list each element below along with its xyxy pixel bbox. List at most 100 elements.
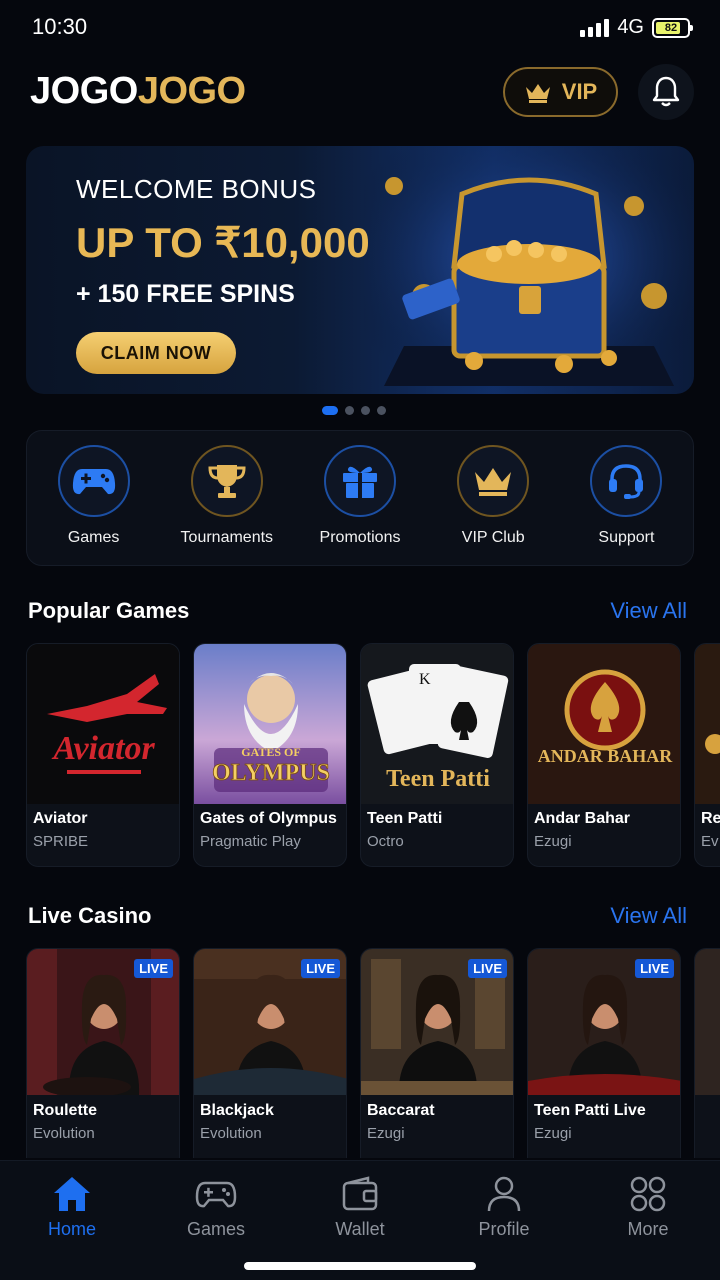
live-badge: LIVE: [635, 959, 674, 978]
treasure-chest-image: [364, 146, 694, 394]
game-card-aviator[interactable]: Aviator Aviator SPRIBE: [26, 643, 180, 867]
notifications-button[interactable]: [638, 64, 694, 120]
carousel-dot[interactable]: [345, 406, 354, 415]
network-label: 4G: [617, 16, 644, 38]
trophy-icon: [208, 465, 246, 498]
nav-label: Wallet: [335, 1219, 385, 1239]
person-icon: [487, 1176, 521, 1212]
wallet-icon: [342, 1176, 378, 1211]
game-provider: Octro: [367, 833, 404, 850]
quick-item-support[interactable]: Support: [560, 431, 693, 565]
status-bar: 10:30 4G 82: [0, 0, 720, 56]
aviator-art-text: Aviator: [51, 730, 155, 767]
carousel-dot[interactable]: [361, 406, 370, 415]
live-badge: LIVE: [134, 959, 173, 978]
game-name: Teen Patti: [367, 810, 443, 827]
section-title-popular: Popular Games: [28, 598, 190, 623]
game-provider: Ezugi: [534, 833, 572, 850]
nav-more[interactable]: More: [576, 1161, 720, 1280]
partial-thumbnail: [695, 644, 720, 804]
quick-label: Promotions: [319, 529, 401, 546]
crown-icon: [475, 468, 512, 496]
live-badge: LIVE: [301, 959, 340, 978]
nav-label: Home: [47, 1219, 96, 1239]
live-card-blackjack[interactable]: LIVE Blackjack Evolution: [193, 948, 347, 1158]
game-card-teen-patti[interactable]: K Teen Patti Teen Patti Octro: [360, 643, 514, 867]
bell-icon: [652, 76, 680, 107]
nav-label: More: [627, 1219, 669, 1239]
quick-item-vip-club[interactable]: VIP Club: [427, 431, 560, 565]
quick-menu: Games Tournaments Promotions VIP Club Su…: [26, 430, 694, 566]
signal-icon: [580, 18, 610, 37]
banner-free-spins: + 150 FREE SPINS: [76, 280, 295, 308]
logo: JOGOJOGO: [30, 70, 246, 113]
game-name: Teen Patti Live: [534, 1102, 646, 1119]
game-card-gates-of-olympus[interactable]: GATES OF OLYMPUS Gates of Olympus Pragma…: [193, 643, 347, 867]
status-indicators: 4G 82: [580, 16, 693, 39]
home-icon: [54, 1177, 90, 1211]
logo-part-2: JOGO: [137, 70, 246, 112]
carousel-dot[interactable]: [377, 406, 386, 415]
popular-games-row: Aviator Aviator SPRIBE GATES OF OLYMPUS …: [26, 643, 720, 867]
game-provider: SPRIBE: [33, 833, 89, 850]
section-title-live: Live Casino: [28, 903, 152, 928]
battery-icon: 82: [652, 17, 693, 38]
teen-patti-thumbnail: K Teen Patti: [361, 644, 513, 804]
quick-item-games[interactable]: Games: [27, 431, 160, 565]
quick-item-tournaments[interactable]: Tournaments: [160, 431, 293, 565]
promo-banner[interactable]: WELCOME BONUS UP TO ₹10,000 + 150 FREE S…: [26, 146, 694, 394]
headset-icon: [609, 464, 644, 499]
quick-label: Support: [598, 529, 655, 546]
game-name: Gates of Olympus: [200, 810, 337, 827]
live-view-all-link[interactable]: View All: [610, 903, 687, 929]
game-provider: Pragmatic Play: [200, 833, 301, 850]
game-provider: Ezugi: [367, 1125, 405, 1142]
game-card-partial[interactable]: Re Ev: [694, 643, 720, 867]
vip-label: VIP: [561, 79, 598, 104]
quick-item-promotions[interactable]: Promotions: [293, 431, 426, 565]
banner-subtitle: WELCOME BONUS: [76, 174, 317, 204]
game-name: Baccarat: [367, 1102, 435, 1119]
app-header: JOGOJOGO VIP: [0, 62, 720, 124]
game-name: Blackjack: [200, 1102, 274, 1119]
svg-text:K: K: [419, 671, 431, 688]
grid-icon: [630, 1176, 666, 1212]
game-provider: Ezugi: [534, 1125, 572, 1142]
aviator-thumbnail: Aviator: [27, 644, 179, 804]
quick-label: VIP Club: [461, 529, 525, 546]
claim-now-button[interactable]: CLAIM NOW: [76, 332, 236, 374]
live-casino-row: LIVE Roulette Evolution LIVE Blackjack E…: [26, 948, 720, 1158]
popular-view-all-link[interactable]: View All: [610, 598, 687, 624]
home-indicator[interactable]: [244, 1262, 476, 1270]
olympus-art-text-2: OLYMPUS: [212, 760, 330, 786]
nav-label: Games: [186, 1219, 246, 1239]
vip-button[interactable]: VIP: [503, 67, 618, 117]
carousel-dots: [322, 406, 386, 415]
quick-label: Tournaments: [180, 529, 274, 546]
live-card-teen-patti-live[interactable]: LIVE Teen Patti Live Ezugi: [527, 948, 681, 1158]
crown-icon: [525, 84, 550, 103]
live-badge: LIVE: [468, 959, 507, 978]
battery-level: 82: [664, 21, 678, 34]
status-time: 10:30: [32, 14, 88, 39]
gamepad-icon: [195, 1181, 237, 1208]
live-card-partial[interactable]: [694, 948, 720, 1158]
game-provider: Evolution: [33, 1125, 95, 1142]
andar-bahar-thumbnail: ANDAR BAHAR: [528, 644, 680, 804]
olympus-art-text-1: GATES OF: [241, 745, 300, 759]
teen-patti-art-text: Teen Patti: [386, 766, 490, 792]
nav-label: Profile: [478, 1219, 530, 1239]
live-card-roulette[interactable]: LIVE Roulette Evolution: [26, 948, 180, 1158]
nav-home[interactable]: Home: [0, 1161, 144, 1280]
logo-part-1: JOGO: [30, 70, 138, 112]
gamepad-icon: [72, 469, 115, 495]
game-card-andar-bahar[interactable]: ANDAR BAHAR Andar Bahar Ezugi: [527, 643, 681, 867]
partial-dealer-image: [695, 949, 720, 1095]
game-provider: Evolution: [200, 1125, 262, 1142]
game-name: Andar Bahar: [534, 810, 631, 827]
olympus-thumbnail: GATES OF OLYMPUS: [194, 644, 346, 804]
game-name: Aviator: [33, 810, 88, 827]
live-card-baccarat[interactable]: LIVE Baccarat Ezugi: [360, 948, 514, 1158]
carousel-dot[interactable]: [322, 406, 338, 415]
banner-title: UP TO ₹10,000: [76, 219, 370, 266]
